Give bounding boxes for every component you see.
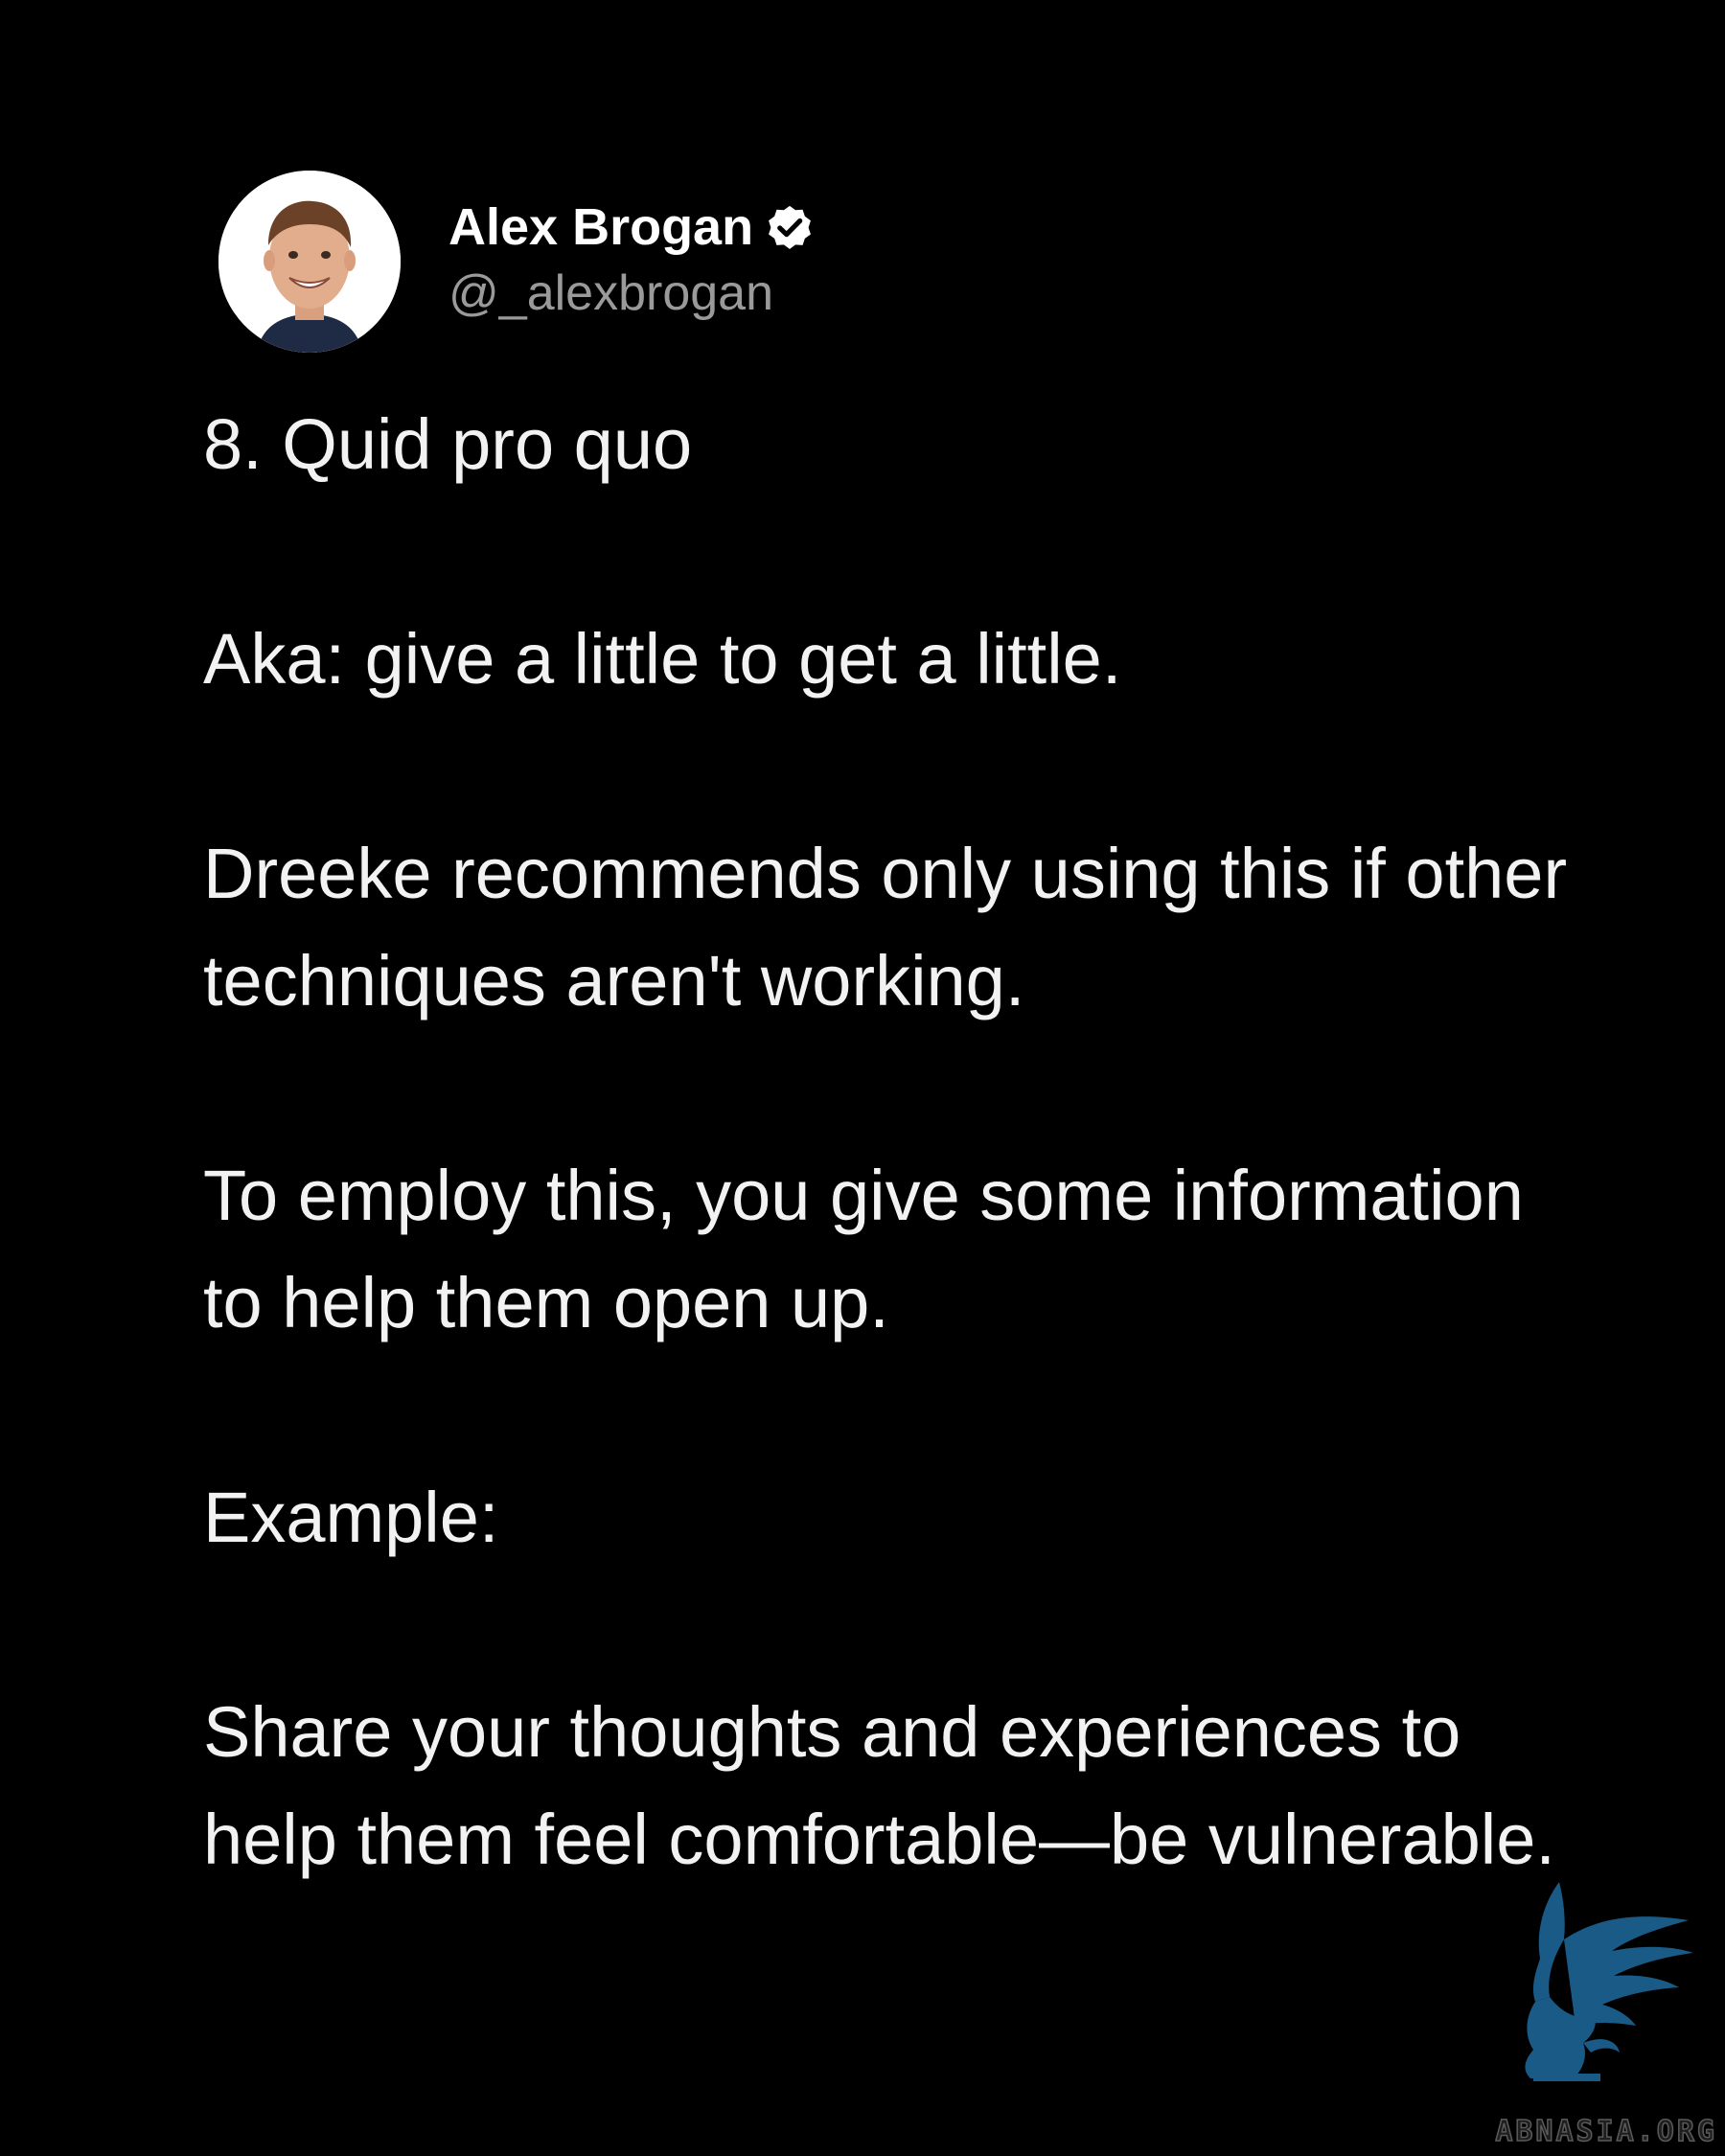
author-identity: Alex Brogan @_alexbrogan	[448, 195, 816, 328]
griffin-logo	[1525, 1882, 1693, 2081]
post-body: 8. Quid pro quo Aka: give a little to ge…	[203, 391, 1583, 1893]
watermark: ABNASIA.ORG	[1459, 1882, 1717, 2150]
profile-photo	[218, 171, 401, 353]
watermark-text: ABNASIA.ORG	[1495, 2114, 1717, 2149]
author-name[interactable]: Alex Brogan	[448, 195, 753, 259]
post-paragraph: Dreeke recommends only using this if oth…	[203, 834, 1568, 1021]
author-name-row: Alex Brogan	[448, 195, 816, 259]
author-handle[interactable]: @_alexbrogan	[448, 259, 816, 328]
post-paragraph: Aka: give a little to get a little.	[203, 619, 1122, 699]
post-paragraph: 8. Quid pro quo	[203, 404, 693, 484]
avatar[interactable]	[218, 171, 401, 353]
verified-badge-icon	[769, 205, 812, 249]
post-header: Alex Brogan @_alexbrogan	[218, 171, 816, 353]
post-paragraph: Example:	[203, 1478, 499, 1557]
post-paragraph: Share your thoughts and experiences to h…	[203, 1692, 1555, 1879]
post-paragraph: To employ this, you give some informatio…	[203, 1156, 1524, 1342]
